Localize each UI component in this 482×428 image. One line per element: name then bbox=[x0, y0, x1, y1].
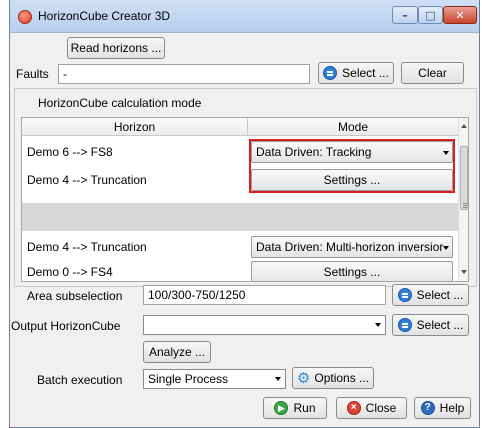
close-window-button[interactable]: ✕ bbox=[443, 6, 477, 24]
scroll-up-icon[interactable] bbox=[461, 124, 467, 128]
options-button[interactable]: ⚙ Options ... bbox=[292, 367, 374, 389]
title-bar: HorizonCube Creator 3D – □ ✕ bbox=[10, 0, 479, 33]
table-row: Demo 0 --> FS4 Settings ... bbox=[22, 258, 458, 281]
faults-field[interactable]: - bbox=[58, 64, 310, 84]
batch-execution-combo[interactable]: Single Process bbox=[143, 369, 286, 389]
gear-icon: ⚙ bbox=[296, 369, 311, 387]
analyze-button[interactable]: Analyze ... bbox=[143, 341, 211, 363]
run-button[interactable]: ▶ Run bbox=[263, 397, 327, 419]
horizon-cell: Demo 0 --> FS4 bbox=[27, 265, 113, 279]
horizon-cell: Demo 4 --> Truncation bbox=[27, 240, 147, 254]
horizon-cell: Demo 4 --> Truncation bbox=[27, 173, 147, 187]
minimize-button[interactable]: – bbox=[392, 6, 418, 24]
horizon-mode-table: Horizon Mode Demo 6 --> FS8 Data Driven:… bbox=[21, 117, 469, 282]
close-button[interactable]: × Close bbox=[336, 397, 407, 419]
close-icon: × bbox=[346, 401, 361, 415]
column-header-horizon: Horizon bbox=[22, 118, 248, 136]
scroll-thumb[interactable] bbox=[460, 146, 468, 210]
area-select-label: Select ... bbox=[416, 288, 464, 302]
help-button[interactable]: ? Help bbox=[414, 397, 471, 419]
table-row: Demo 4 --> Truncation Data Driven: Multi… bbox=[22, 233, 458, 261]
select-icon bbox=[397, 318, 412, 332]
calc-mode-group-label: HorizonCube calculation mode bbox=[38, 96, 202, 110]
faults-label: Faults bbox=[16, 67, 49, 81]
mode-dropdown-value: Data Driven: Multi-horizon inversior bbox=[256, 240, 444, 254]
table-gap-row bbox=[22, 203, 458, 231]
select-icon bbox=[323, 66, 338, 80]
output-horizoncube-combo[interactable] bbox=[143, 315, 386, 335]
chevron-down-icon bbox=[443, 246, 449, 250]
window-title: HorizonCube Creator 3D bbox=[38, 9, 171, 23]
area-select-button[interactable]: Select ... bbox=[392, 284, 469, 306]
batch-execution-value: Single Process bbox=[148, 372, 229, 386]
output-select-button[interactable]: Select ... bbox=[392, 314, 469, 336]
help-label: Help bbox=[439, 401, 465, 415]
highlight-frame bbox=[249, 139, 455, 193]
batch-execution-label: Batch execution bbox=[37, 373, 123, 387]
column-header-mode: Mode bbox=[248, 118, 458, 136]
area-subselection-label: Area subselection bbox=[27, 289, 123, 303]
chevron-down-icon bbox=[375, 323, 381, 327]
output-select-label: Select ... bbox=[416, 318, 464, 332]
chevron-down-icon bbox=[275, 377, 281, 381]
output-horizoncube-label: Output HorizonCube bbox=[11, 319, 121, 333]
table-scrollbar[interactable] bbox=[458, 118, 468, 281]
faults-select-label: Select ... bbox=[342, 66, 389, 80]
help-icon: ? bbox=[420, 401, 435, 415]
read-horizons-button[interactable]: Read horizons ... bbox=[67, 37, 165, 59]
faults-clear-button[interactable]: Clear bbox=[401, 62, 464, 84]
mode-settings-button[interactable]: Settings ... bbox=[251, 261, 453, 281]
run-icon: ▶ bbox=[274, 401, 289, 415]
run-label: Run bbox=[293, 401, 316, 415]
mode-dropdown[interactable]: Data Driven: Multi-horizon inversior bbox=[251, 236, 453, 258]
maximize-button[interactable]: □ bbox=[418, 6, 443, 24]
app-icon bbox=[18, 10, 32, 24]
faults-select-button[interactable]: Select ... bbox=[318, 62, 394, 84]
area-subselection-field[interactable]: 100/300-750/1250 bbox=[143, 285, 386, 305]
horizon-cell: Demo 6 --> FS8 bbox=[27, 145, 113, 159]
close-label: Close bbox=[365, 401, 397, 415]
options-label: Options ... bbox=[314, 371, 370, 385]
select-icon bbox=[397, 288, 412, 302]
scroll-down-icon[interactable] bbox=[461, 270, 467, 274]
